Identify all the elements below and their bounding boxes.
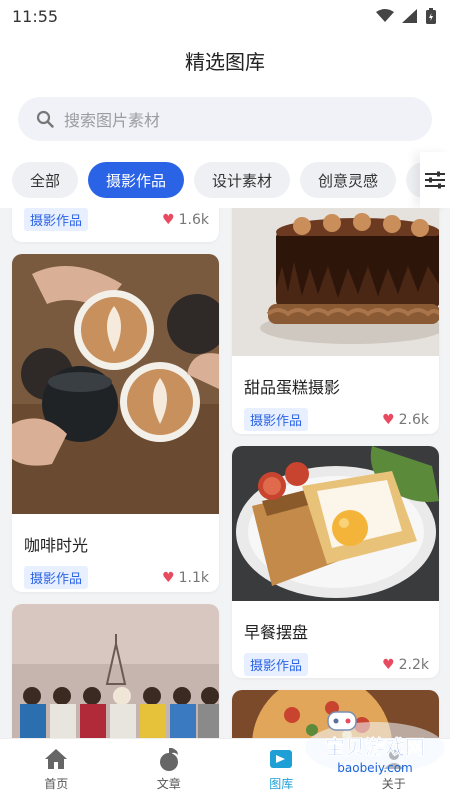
status-bar: 11:55 [0,0,450,32]
like-count: 1.1k [178,569,209,586]
search-placeholder: 搜索图片素材 [64,111,161,130]
gallery-icon [270,750,293,768]
cake-image [232,208,439,356]
tab-design-assets[interactable]: 设计素材 [194,162,291,198]
wifi-icon [376,9,394,22]
tabbar-label: 文章 [156,777,181,791]
heart-icon: ♥ [382,656,395,673]
tabbar-item-articles[interactable]: 文章 [113,739,226,800]
page-title: 精选图库 [185,50,265,74]
card-tag: 摄影作品 [244,408,309,431]
status-icons [376,8,436,24]
watermark-url: baobeiy.com [337,761,412,775]
like-count: 2.2k [398,656,429,673]
card-tag: 摄影作品 [24,566,89,589]
sliders-icon [425,171,445,189]
tabbar-label: 图库 [269,777,294,791]
tabbar-item-home[interactable]: 首页 [0,739,113,800]
header: 精选图库 搜索图片素材 [0,32,450,152]
search-icon [36,110,54,128]
card-title: 咖啡时光 [24,536,89,555]
music-note-icon [159,748,178,771]
card-likes: ♥ 2.6k [382,412,429,428]
card-likes: ♥ 1.6k [162,212,209,228]
heart-icon: ♥ [162,211,175,228]
category-tabs: 全部 摄影作品 设计素材 创意灵感 商 [0,152,450,208]
heart-icon: ♥ [162,569,175,586]
battery-icon [426,8,436,24]
signal-icon [402,9,417,23]
card-tag: 摄影作品 [244,653,309,676]
photo-card[interactable]: 咖啡时光 摄影作品 ♥ 1.1k [12,254,219,592]
card-likes: ♥ 2.2k [382,657,429,673]
card-meta: 摄影作品 ♥ 1.6k [12,208,219,231]
breakfast-image [232,446,439,601]
friends-image [12,604,219,738]
card-tag: 摄影作品 [24,208,89,231]
status-time: 11:55 [12,6,59,26]
card-likes: ♥ 1.1k [162,570,209,586]
card-meta: 摄影作品 ♥ 2.6k [232,398,439,431]
tab-creative-inspiration[interactable]: 创意灵感 [300,162,397,198]
card-meta: 摄影作品 ♥ 1.1k [12,556,219,589]
heart-icon: ♥ [382,411,395,428]
photo-card[interactable]: 早餐摆盘 摄影作品 ♥ 2.2k [232,446,439,678]
search-input[interactable]: 搜索图片素材 [18,97,432,141]
photo-card[interactable]: 摄影作品 ♥ 1.6k [12,208,219,242]
like-count: 2.6k [398,411,429,428]
card-title: 甜品蛋糕摄影 [244,378,341,397]
like-count: 1.6k [178,211,209,228]
image-feed: 摄影作品 ♥ 1.6k 甜品蛋糕摄影 摄影作品 ♥ 2.6k 咖啡时光 摄影作品… [0,208,450,738]
home-icon [45,749,68,769]
tab-photography[interactable]: 摄影作品 [88,162,185,198]
tab-all[interactable]: 全部 [12,162,79,198]
card-meta: 摄影作品 ♥ 2.2k [232,643,439,676]
card-title: 早餐摆盘 [244,623,309,642]
filter-button[interactable] [420,152,450,208]
watermark-logo: 宝贝游戏网 baobeiy.com [305,711,445,775]
tabbar-label: 首页 [44,777,69,791]
photo-card[interactable] [12,604,219,738]
coffee-image [12,254,219,514]
photo-card[interactable]: 甜品蛋糕摄影 摄影作品 ♥ 2.6k [232,208,439,434]
watermark-text: 宝贝游戏网 [325,735,425,759]
